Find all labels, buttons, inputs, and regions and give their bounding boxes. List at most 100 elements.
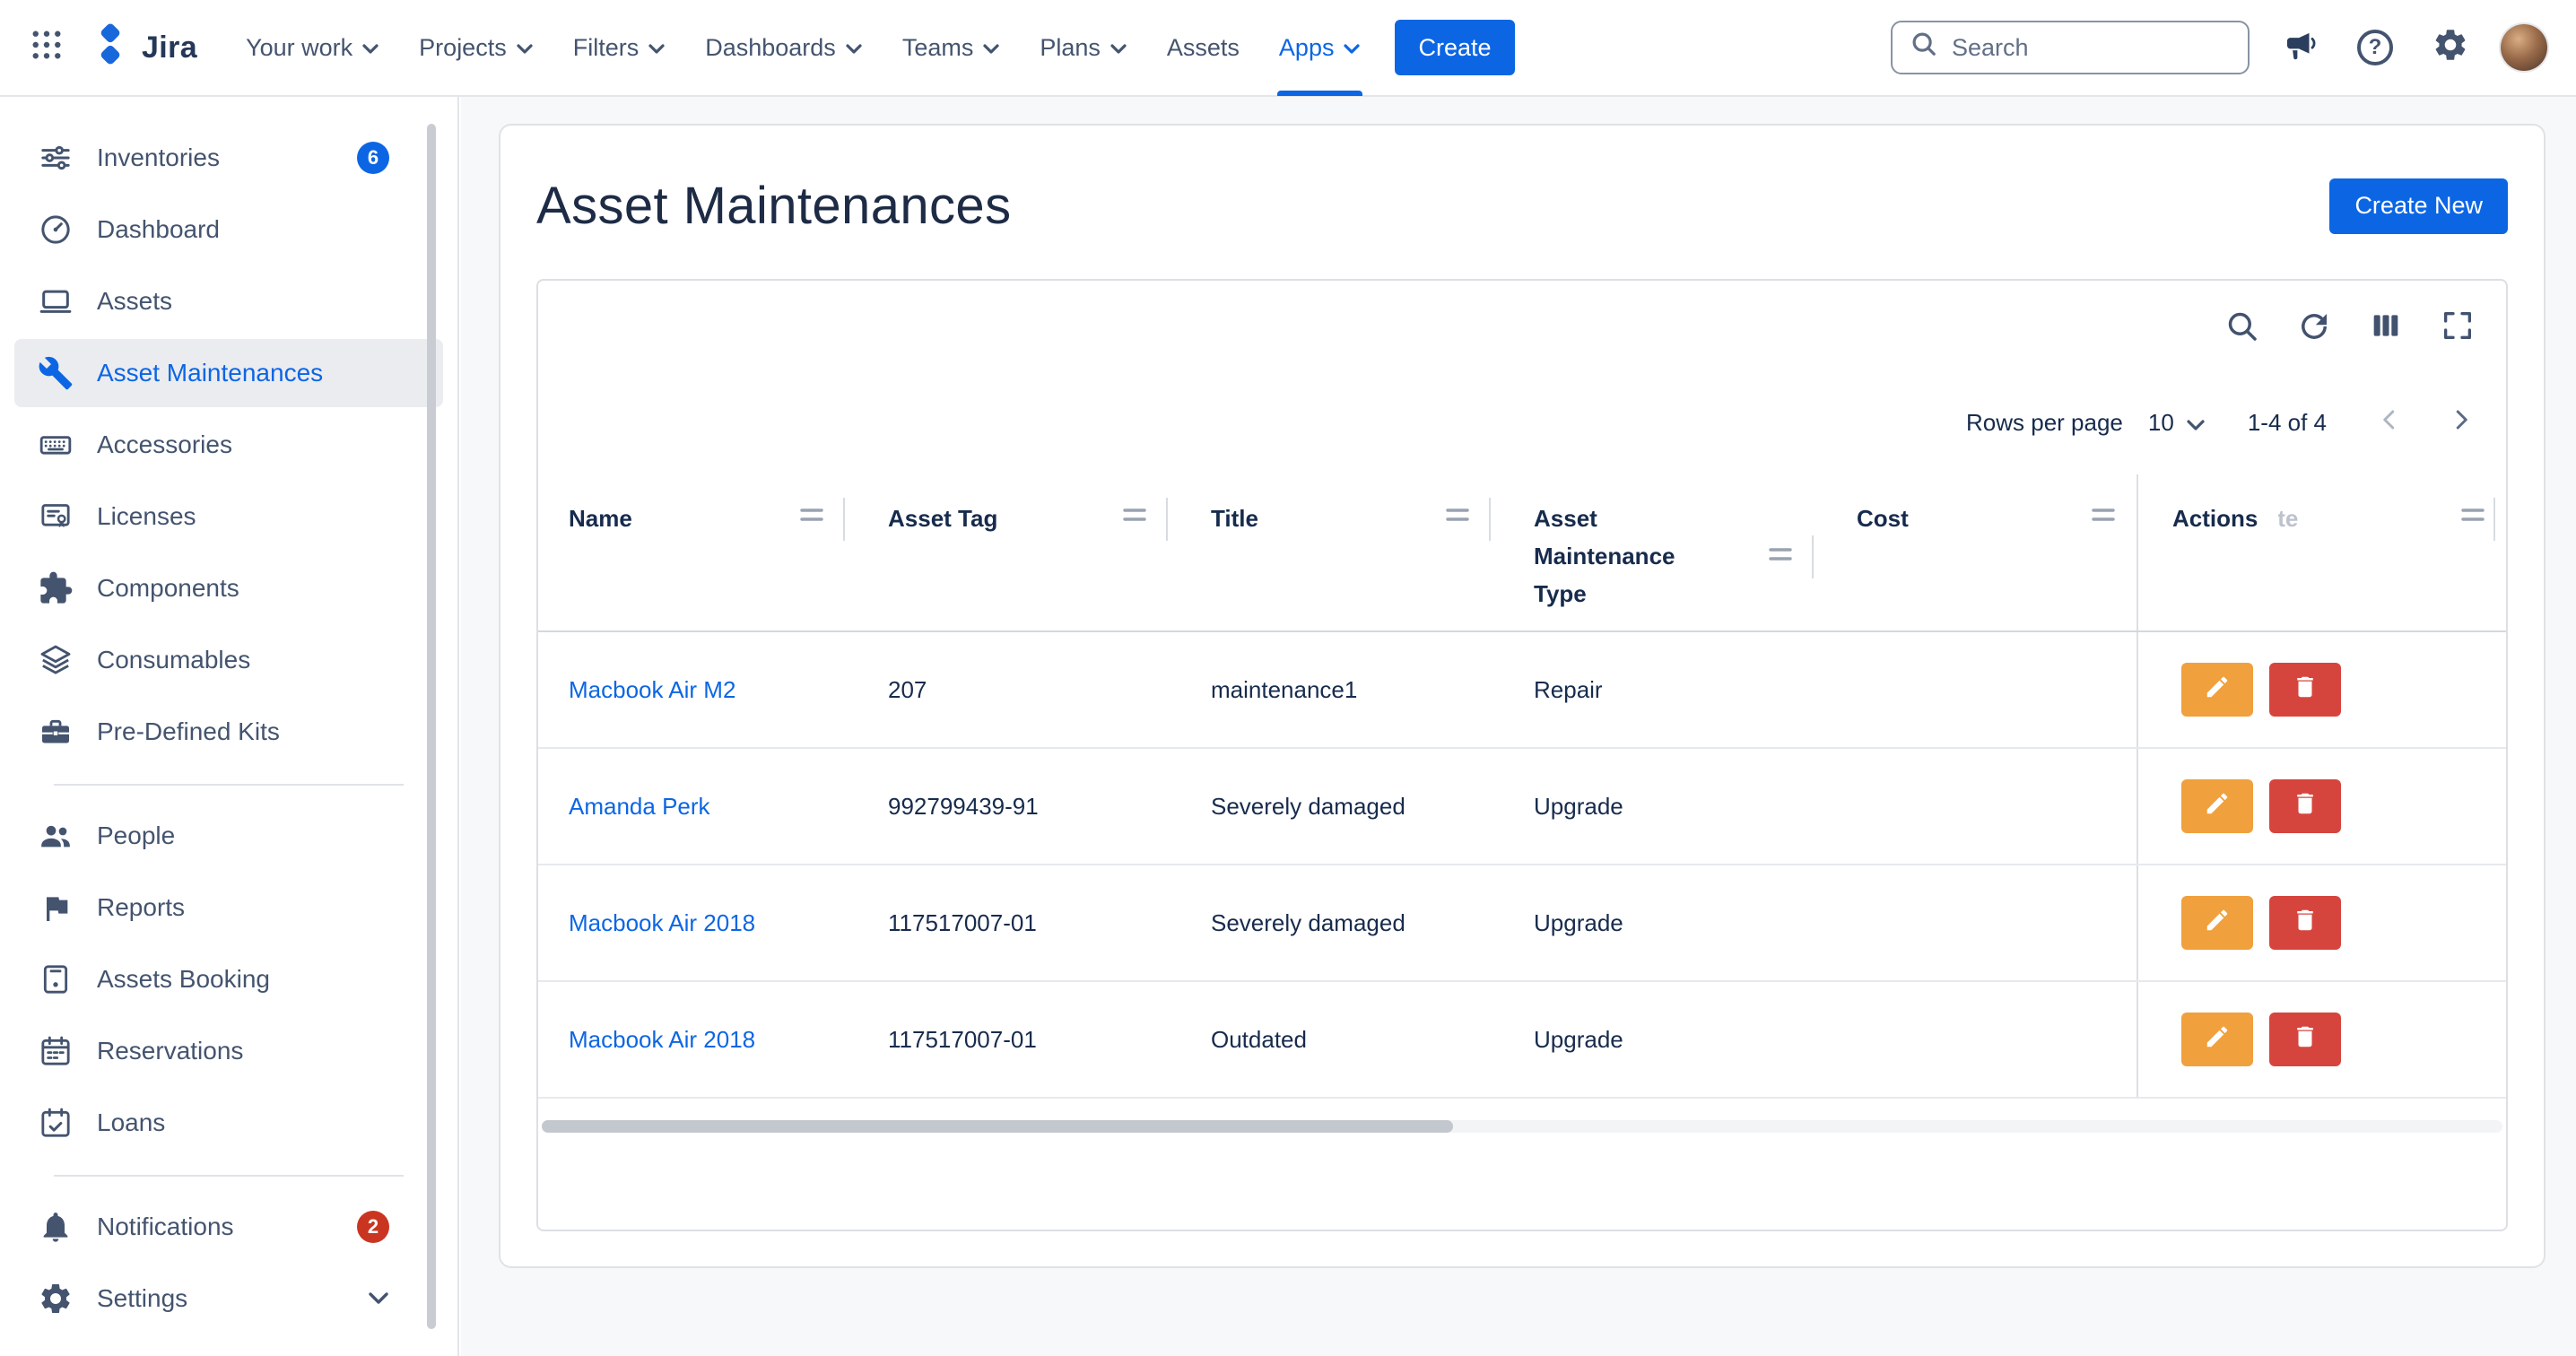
sidebar-item-reservations[interactable]: Reservations <box>14 1017 443 1085</box>
edit-button[interactable] <box>2181 896 2253 950</box>
sidebar-item-reports[interactable]: Reports <box>14 874 443 942</box>
pagination: Rows per page 10 1-4 of 4 <box>538 401 2506 444</box>
create-button[interactable]: Create <box>1395 20 1514 75</box>
rows-per-page-label: Rows per page <box>1966 409 2123 437</box>
table-fullscreen-button[interactable] <box>2438 308 2477 347</box>
trash-icon <box>2292 907 2319 940</box>
nav-filters[interactable]: Filters <box>553 0 686 96</box>
sidebar-item-assets[interactable]: Assets <box>14 267 443 335</box>
laptop-icon <box>38 283 74 319</box>
nav-projects[interactable]: Projects <box>399 0 553 96</box>
column-header-name[interactable]: Name <box>538 474 845 630</box>
actions-cell <box>2137 865 2506 980</box>
drag-handle-icon[interactable] <box>1769 546 1792 562</box>
table-search-button[interactable] <box>2223 308 2262 347</box>
cost-cell <box>1814 865 2137 980</box>
global-search[interactable] <box>1891 21 2250 74</box>
card-header: Asset Maintenances Create New <box>536 126 2508 236</box>
sidebar-item-pre-defined-kits[interactable]: Pre-Defined Kits <box>14 698 443 766</box>
delete-button[interactable] <box>2269 1013 2341 1066</box>
table-header: Name Asset Tag Title Asset Maintenance T… <box>538 474 2506 632</box>
table-refresh-button[interactable] <box>2294 308 2334 347</box>
sidebar-item-dashboard[interactable]: Dashboard <box>14 196 443 264</box>
avatar[interactable] <box>2501 24 2547 71</box>
chevron-left-icon <box>2373 404 2406 442</box>
chevron-down-icon <box>516 34 534 62</box>
actions-cell <box>2137 749 2506 864</box>
nav-apps[interactable]: Apps <box>1259 0 1381 96</box>
sidebar-item-components[interactable]: Components <box>14 554 443 622</box>
nav-teams[interactable]: Teams <box>883 0 1021 96</box>
search-icon <box>2224 308 2261 352</box>
column-header-actions[interactable]: Date Actions <box>2137 474 2506 630</box>
calendar-check-icon <box>38 1105 74 1141</box>
main-content: Asset Maintenances Create New Rows per p… <box>461 97 2576 1356</box>
app-switcher-button[interactable] <box>22 22 72 73</box>
horizontal-scrollbar[interactable] <box>542 1120 2502 1133</box>
search-input[interactable] <box>1952 34 2230 62</box>
nav-assets[interactable]: Assets <box>1147 0 1259 96</box>
topbar-right <box>1891 21 2547 74</box>
next-page-button[interactable] <box>2438 399 2485 446</box>
delete-button[interactable] <box>2269 896 2341 950</box>
delete-button[interactable] <box>2269 779 2341 833</box>
nav-your-work[interactable]: Your work <box>226 0 399 96</box>
horizontal-scrollbar-thumb[interactable] <box>542 1120 1453 1133</box>
pencil-icon <box>2204 907 2231 940</box>
megaphone-icon <box>2281 26 2319 70</box>
announcement-button[interactable] <box>2275 22 2325 73</box>
sidebar-item-inventories[interactable]: Inventories 6 <box>14 124 443 192</box>
booking-icon <box>38 961 74 997</box>
asset-link[interactable]: Amanda Perk <box>569 793 710 821</box>
drag-handle-icon[interactable] <box>800 507 823 523</box>
settings-button[interactable] <box>2425 22 2476 73</box>
title-cell: Outdated <box>1168 982 1491 1097</box>
sidebar-scrollbar[interactable] <box>427 124 436 1329</box>
nav-dashboards[interactable]: Dashboards <box>685 0 883 96</box>
column-header-cost[interactable]: Cost <box>1814 474 2137 630</box>
asset-link[interactable]: Macbook Air 2018 <box>569 1026 755 1054</box>
sidebar-item-loans[interactable]: Loans <box>14 1089 443 1157</box>
rows-per-page-select[interactable]: 10 <box>2148 409 2205 437</box>
drag-handle-icon[interactable] <box>1446 507 1469 523</box>
sidebar-item-people[interactable]: People <box>14 802 443 870</box>
chevron-down-icon <box>361 34 379 62</box>
drag-handle-icon[interactable] <box>2092 507 2115 523</box>
sidebar-item-consumables[interactable]: Consumables <box>14 626 443 694</box>
sidebar-item-notifications[interactable]: Notifications 2 <box>14 1193 443 1261</box>
drag-handle-icon[interactable] <box>2461 507 2485 523</box>
table-panel: Rows per page 10 1-4 of 4 Name Asset Tag… <box>536 279 2508 1231</box>
jira-logo[interactable]: Jira <box>90 23 197 72</box>
asset-link[interactable]: Macbook Air 2018 <box>569 909 755 937</box>
notification-badge: 2 <box>357 1211 389 1243</box>
trash-icon <box>2292 1023 2319 1056</box>
previous-page-button[interactable] <box>2366 399 2413 446</box>
chevron-down-icon <box>1343 34 1361 62</box>
flag-icon <box>38 890 74 926</box>
trash-icon <box>2292 674 2319 707</box>
title-cell: Severely damaged <box>1168 749 1491 864</box>
column-header-asset-maintenance-type[interactable]: Asset Maintenance Type <box>1491 474 1814 630</box>
column-header-asset-tag[interactable]: Asset Tag <box>845 474 1168 630</box>
drag-handle-icon[interactable] <box>1123 507 1146 523</box>
table-columns-button[interactable] <box>2366 308 2406 347</box>
help-button[interactable] <box>2350 22 2400 73</box>
puzzle-icon <box>38 570 74 606</box>
nav-plans[interactable]: Plans <box>1020 0 1147 96</box>
column-header-title[interactable]: Title <box>1168 474 1491 630</box>
asset-link[interactable]: Macbook Air M2 <box>569 676 735 704</box>
bell-icon <box>38 1209 74 1245</box>
sidebar-divider <box>54 784 404 786</box>
sidebar-item-asset-maintenances[interactable]: Asset Maintenances <box>14 339 443 407</box>
create-new-button[interactable]: Create New <box>2329 178 2508 234</box>
sidebar-item-assets-booking[interactable]: Assets Booking <box>14 945 443 1013</box>
sidebar-item-settings[interactable]: Settings <box>14 1265 443 1333</box>
edit-button[interactable] <box>2181 663 2253 717</box>
delete-button[interactable] <box>2269 663 2341 717</box>
edit-button[interactable] <box>2181 1013 2253 1066</box>
sidebar-item-licenses[interactable]: Licenses <box>14 482 443 551</box>
edit-button[interactable] <box>2181 779 2253 833</box>
chevron-down-icon <box>982 34 1000 62</box>
sidebar-item-accessories[interactable]: Accessories <box>14 411 443 479</box>
wrench-icon <box>38 355 74 391</box>
